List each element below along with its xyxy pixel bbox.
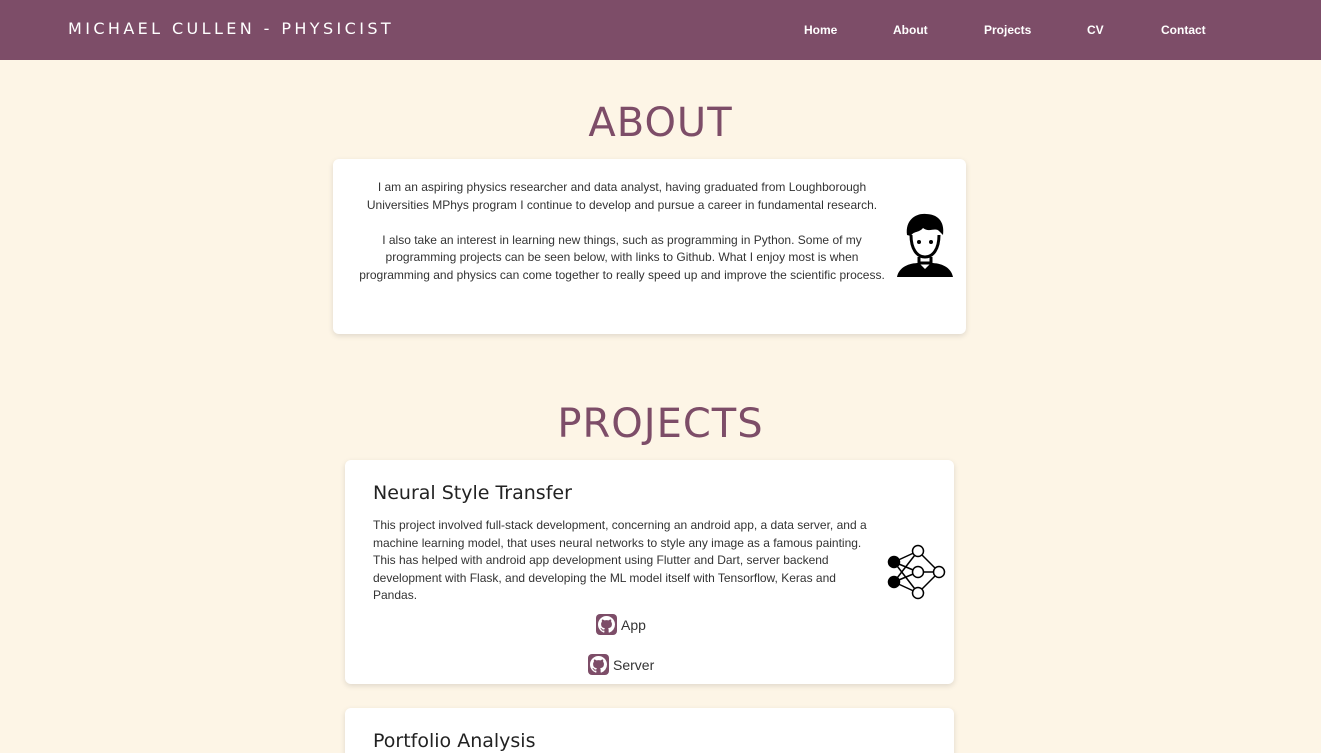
github-icon <box>596 614 617 635</box>
site-brand[interactable]: MICHAEL CULLEN - PHYSICIST <box>68 19 394 38</box>
nav-contact[interactable]: Contact <box>1161 23 1206 37</box>
top-navbar: MICHAEL CULLEN - PHYSICIST Home About Pr… <box>0 0 1321 60</box>
project-card-portfolio-analysis: Portfolio Analysis <box>345 708 954 753</box>
about-text: I am an aspiring physics researcher and … <box>357 179 887 285</box>
about-card: I am an aspiring physics researcher and … <box>333 159 966 334</box>
user-avatar-icon <box>895 211 955 284</box>
project-title: Portfolio Analysis <box>373 730 536 752</box>
github-app-label: App <box>621 616 646 633</box>
github-icon <box>588 654 609 675</box>
nav-cv[interactable]: CV <box>1087 23 1104 37</box>
about-paragraph-1: I am an aspiring physics researcher and … <box>366 180 878 212</box>
project-card-neural-style-transfer: Neural Style Transfer This project invol… <box>345 460 954 684</box>
nav-about[interactable]: About <box>893 23 928 37</box>
project-description: This project involved full-stack develop… <box>373 518 867 603</box>
neural-network-icon <box>886 544 948 607</box>
about-paragraph-2: I also take an interest in learning new … <box>359 232 885 282</box>
project-title: Neural Style Transfer <box>373 482 572 504</box>
projects-heading: PROJECTS <box>557 401 764 447</box>
github-server-link[interactable]: Server <box>588 654 654 675</box>
github-app-link[interactable]: App <box>596 614 646 635</box>
about-heading: ABOUT <box>588 100 733 146</box>
nav-projects[interactable]: Projects <box>984 23 1031 37</box>
github-server-label: Server <box>613 656 655 673</box>
nav-home[interactable]: Home <box>804 23 837 37</box>
